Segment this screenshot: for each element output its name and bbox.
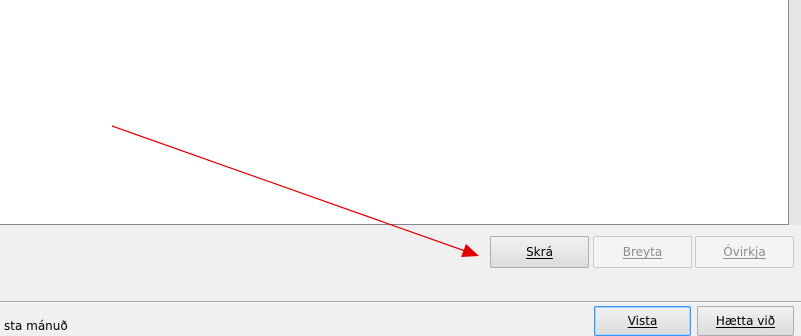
divider [0,301,801,303]
vertical-scrollbar[interactable] [789,0,801,225]
status-label: sta mánuð [4,319,68,333]
vista-button[interactable]: Vista [594,306,691,336]
breyta-button[interactable]: Breyta [593,236,692,268]
ovirkja-button[interactable]: Óvirkja [695,236,794,268]
haetta-vid-button[interactable]: Hætta við [697,306,794,336]
skra-button[interactable]: Skrá [490,236,589,268]
list-view[interactable] [0,0,789,225]
